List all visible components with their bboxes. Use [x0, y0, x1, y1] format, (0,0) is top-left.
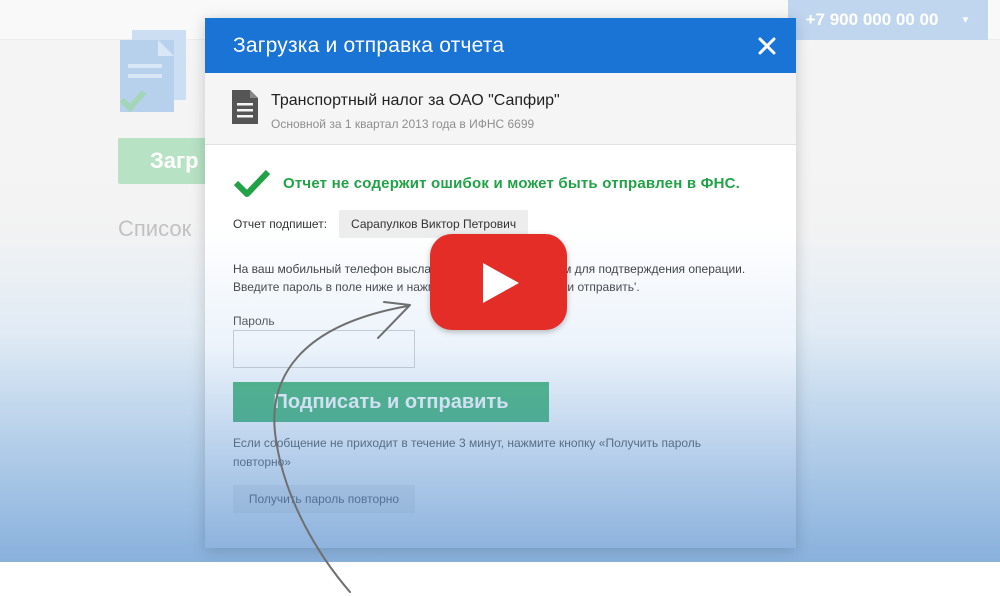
check-icon	[233, 169, 271, 197]
modal-title: Загрузка и отправка отчета	[233, 33, 505, 57]
signer-label: Отчет подпишет:	[233, 217, 328, 231]
resend-password-button[interactable]: Получить пароль повторно	[233, 485, 415, 513]
password-label: Пароль	[233, 314, 275, 328]
close-icon[interactable]	[758, 37, 776, 55]
report-info: Транспортный налог за ОАО "Сапфир" Основ…	[205, 73, 796, 145]
resend-hint-text: Если сообщение не приходит в течение 3 м…	[233, 436, 702, 469]
play-icon	[483, 263, 519, 303]
video-play-button[interactable]	[430, 234, 567, 330]
report-subtitle: Основной за 1 квартал 2013 года в ИФНС 6…	[271, 117, 535, 131]
sign-and-send-button[interactable]: Подписать и отправить	[233, 382, 549, 422]
validation-status: Отчет не содержит ошибок и может быть от…	[233, 169, 740, 197]
password-input[interactable]	[233, 330, 415, 368]
modal-header: Загрузка и отправка отчета	[205, 18, 796, 73]
report-name: Транспортный налог за ОАО "Сапфир"	[271, 92, 560, 109]
status-message: Отчет не содержит ошибок и может быть от…	[283, 174, 741, 192]
document-icon	[232, 90, 258, 124]
